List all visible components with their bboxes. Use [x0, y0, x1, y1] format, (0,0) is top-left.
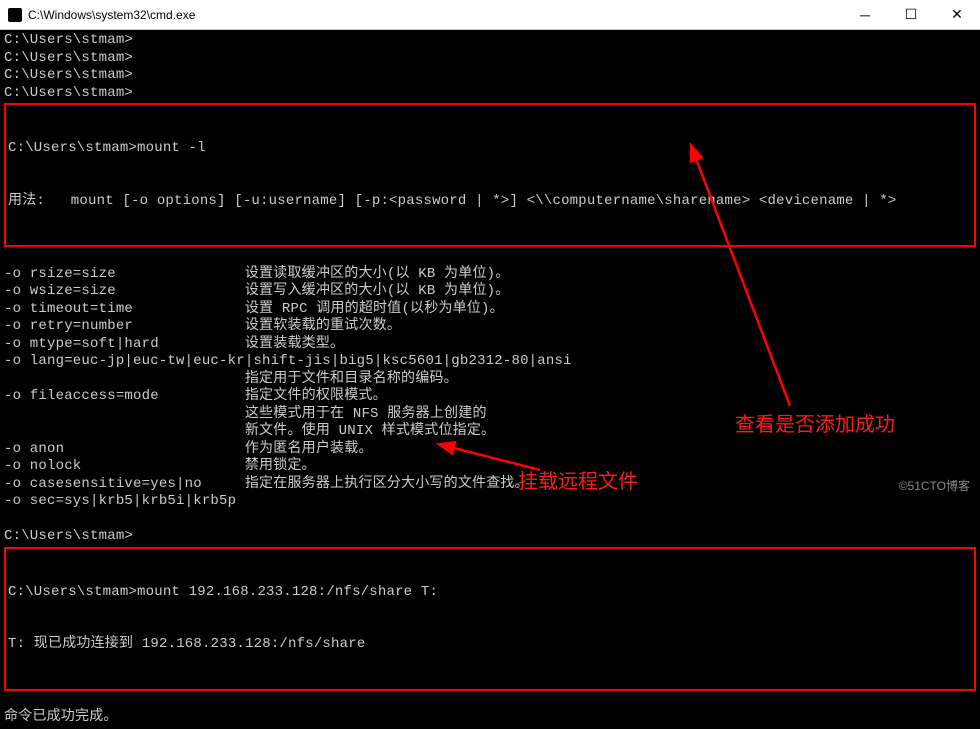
option-line: -o lang=euc-jp|euc-tw|euc-kr|shift-jis|b…	[4, 353, 976, 371]
option-line: -o fileaccess=mode 指定文件的权限模式。	[4, 388, 976, 406]
prompt-line: C:\Users\stmam>	[4, 67, 976, 85]
watermark: ©51CTO博客	[899, 477, 970, 494]
option-line: -o retry=number 设置软装载的重试次数。	[4, 318, 976, 336]
window-titlebar: C:\Windows\system32\cmd.exe ─ ☐ ✕	[0, 0, 980, 30]
option-line: -o sec=sys|krb5|krb5i|krb5p	[4, 493, 976, 511]
window-title-area: C:\Windows\system32\cmd.exe	[0, 8, 842, 22]
annotation-mount-remote: 挂载远程文件	[518, 465, 638, 494]
option-line: -o casesensitive=yes|no 指定在服务器上执行区分大小写的文…	[4, 476, 976, 494]
success-line: 命令已成功完成。	[4, 709, 976, 727]
blank-line	[4, 511, 976, 529]
annotation-check-add: 查看是否添加成功	[735, 408, 895, 437]
command-line: C:\Users\stmam>mount 192.168.233.128:/nf…	[8, 584, 972, 602]
close-button[interactable]: ✕	[934, 0, 980, 29]
terminal-output[interactable]: C:\Users\stmam> C:\Users\stmam> C:\Users…	[0, 30, 980, 729]
prompt-line: C:\Users\stmam>	[4, 528, 976, 546]
window-controls: ─ ☐ ✕	[842, 0, 980, 29]
highlight-box-mount: C:\Users\stmam>mount 192.168.233.128:/nf…	[4, 547, 976, 691]
maximize-button[interactable]: ☐	[888, 0, 934, 29]
prompt-line: C:\Users\stmam>	[4, 50, 976, 68]
usage-line: 用法: mount [-o options] [-u:username] [-p…	[8, 193, 972, 211]
highlight-box-usage: C:\Users\stmam>mount -l 用法: mount [-o op…	[4, 103, 976, 247]
window-title: C:\Windows\system32\cmd.exe	[28, 8, 195, 22]
blank-line	[4, 692, 976, 710]
blank-line	[4, 248, 976, 266]
option-line: -o timeout=time 设置 RPC 调用的超时值(以秒为单位)。	[4, 301, 976, 319]
option-line: -o anon 作为匿名用户装载。	[4, 441, 976, 459]
option-line: -o rsize=size 设置读取缓冲区的大小(以 KB 为单位)。	[4, 266, 976, 284]
minimize-button[interactable]: ─	[842, 0, 888, 29]
option-line: -o mtype=soft|hard 设置装载类型。	[4, 336, 976, 354]
option-line: -o wsize=size 设置写入缓冲区的大小(以 KB 为单位)。	[4, 283, 976, 301]
option-line: 指定用于文件和目录名称的编码。	[4, 371, 976, 389]
command-line: C:\Users\stmam>mount -l	[8, 140, 972, 158]
option-line: -o nolock 禁用锁定。	[4, 458, 976, 476]
cmd-icon	[8, 8, 22, 22]
result-line: T: 现已成功连接到 192.168.233.128:/nfs/share	[8, 636, 972, 654]
prompt-line: C:\Users\stmam>	[4, 32, 976, 50]
prompt-line: C:\Users\stmam>	[4, 85, 976, 103]
